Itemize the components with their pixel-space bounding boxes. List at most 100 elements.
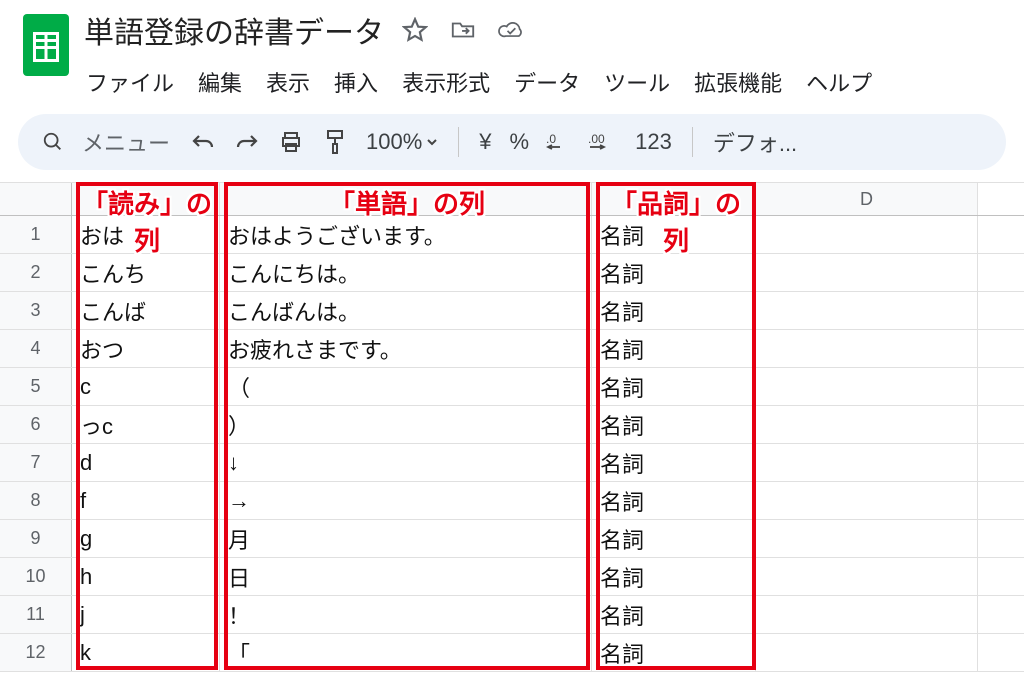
- column-header-d[interactable]: D: [756, 183, 978, 215]
- cell[interactable]: h: [72, 558, 220, 595]
- cell[interactable]: 名詞: [592, 216, 756, 253]
- cell[interactable]: [756, 292, 978, 329]
- cell[interactable]: お疲れさまです。: [220, 330, 592, 367]
- menu-format[interactable]: 表示形式: [402, 66, 490, 98]
- sheets-app-icon[interactable]: [18, 8, 74, 82]
- currency-button[interactable]: ¥: [475, 129, 495, 155]
- cell[interactable]: →: [220, 482, 592, 519]
- number-format-button[interactable]: 123: [631, 129, 676, 155]
- cell[interactable]: 名詞: [592, 254, 756, 291]
- row-header[interactable]: 7: [0, 444, 72, 481]
- app-header: 単語登録の辞書データ ファイル 編集 表示 挿入 表示形式 データ ツール 拡張…: [0, 0, 1024, 108]
- zoom-dropdown[interactable]: 100%: [362, 129, 442, 155]
- cell[interactable]: こんば: [72, 292, 220, 329]
- menu-tools[interactable]: ツール: [604, 66, 670, 98]
- column-header-b[interactable]: [220, 183, 592, 215]
- title-area: 単語登録の辞書データ ファイル 編集 表示 挿入 表示形式 データ ツール 拡張…: [84, 8, 1006, 108]
- cell[interactable]: [756, 596, 978, 633]
- column-header-c[interactable]: [592, 183, 756, 215]
- cell[interactable]: 名詞: [592, 634, 756, 671]
- cell[interactable]: （: [220, 368, 592, 405]
- move-icon[interactable]: [450, 17, 476, 43]
- cell[interactable]: 名詞: [592, 596, 756, 633]
- cell[interactable]: こんにちは。: [220, 254, 592, 291]
- row-header[interactable]: 6: [0, 406, 72, 443]
- cell[interactable]: こんばんは。: [220, 292, 592, 329]
- document-title[interactable]: 単語登録の辞書データ: [84, 8, 384, 52]
- row-header[interactable]: 12: [0, 634, 72, 671]
- cell[interactable]: おはようございます。: [220, 216, 592, 253]
- menu-insert[interactable]: 挿入: [334, 66, 378, 98]
- redo-button[interactable]: [230, 125, 264, 159]
- table-row: 10h日名詞: [0, 558, 1024, 596]
- cell[interactable]: [756, 406, 978, 443]
- cell[interactable]: 名詞: [592, 292, 756, 329]
- row-header[interactable]: 9: [0, 520, 72, 557]
- increase-decimal-button[interactable]: .00: [587, 125, 621, 159]
- menu-file[interactable]: ファイル: [86, 66, 174, 98]
- cell[interactable]: d: [72, 444, 220, 481]
- menu-help[interactable]: ヘルプ: [806, 66, 872, 98]
- row-header[interactable]: 2: [0, 254, 72, 291]
- column-header-a[interactable]: [72, 183, 220, 215]
- cell[interactable]: おは: [72, 216, 220, 253]
- row-header[interactable]: 8: [0, 482, 72, 519]
- chevron-down-icon: [426, 136, 438, 148]
- cell[interactable]: ↓: [220, 444, 592, 481]
- cell[interactable]: [756, 216, 978, 253]
- cell[interactable]: ）: [220, 406, 592, 443]
- cell[interactable]: 名詞: [592, 330, 756, 367]
- cell[interactable]: おつ: [72, 330, 220, 367]
- menu-view[interactable]: 表示: [266, 66, 310, 98]
- menu-extensions[interactable]: 拡張機能: [694, 66, 782, 98]
- cell[interactable]: 名詞: [592, 444, 756, 481]
- toolbar-menu-hint[interactable]: メニュー: [80, 126, 176, 158]
- menu-bar: ファイル 編集 表示 挿入 表示形式 データ ツール 拡張機能 ヘルプ: [84, 52, 1006, 108]
- row-header[interactable]: 3: [0, 292, 72, 329]
- cell[interactable]: っc: [72, 406, 220, 443]
- cell[interactable]: j: [72, 596, 220, 633]
- font-dropdown[interactable]: デフォ...: [709, 126, 801, 158]
- star-icon[interactable]: [402, 17, 428, 43]
- cell[interactable]: 名詞: [592, 558, 756, 595]
- cell[interactable]: c: [72, 368, 220, 405]
- table-row: 4おつお疲れさまです。名詞: [0, 330, 1024, 368]
- row-header[interactable]: 5: [0, 368, 72, 405]
- cell[interactable]: 月: [220, 520, 592, 557]
- menu-data[interactable]: データ: [514, 66, 580, 98]
- percent-button[interactable]: %: [506, 129, 534, 155]
- cell[interactable]: こんち: [72, 254, 220, 291]
- row-header[interactable]: 4: [0, 330, 72, 367]
- row-header[interactable]: 1: [0, 216, 72, 253]
- search-icon[interactable]: [36, 125, 70, 159]
- cell[interactable]: [756, 558, 978, 595]
- cell[interactable]: 名詞: [592, 406, 756, 443]
- rows-container: 1おはおはようございます。名詞2こんちこんにちは。名詞3こんばこんばんは。名詞4…: [0, 216, 1024, 672]
- decrease-decimal-button[interactable]: .0: [543, 125, 577, 159]
- row-header[interactable]: 11: [0, 596, 72, 633]
- cell[interactable]: g: [72, 520, 220, 557]
- table-row: 12k「名詞: [0, 634, 1024, 672]
- cell[interactable]: [756, 482, 978, 519]
- cell[interactable]: 名詞: [592, 520, 756, 557]
- cell[interactable]: [756, 254, 978, 291]
- paint-format-button[interactable]: [318, 125, 352, 159]
- select-all-corner[interactable]: [0, 183, 72, 215]
- cell[interactable]: [756, 634, 978, 671]
- cell[interactable]: 名詞: [592, 368, 756, 405]
- cell[interactable]: 「: [220, 634, 592, 671]
- row-header[interactable]: 10: [0, 558, 72, 595]
- cloud-saved-icon[interactable]: [498, 17, 524, 43]
- cell[interactable]: [756, 520, 978, 557]
- cell[interactable]: [756, 368, 978, 405]
- print-button[interactable]: [274, 125, 308, 159]
- cell[interactable]: f: [72, 482, 220, 519]
- cell[interactable]: [756, 444, 978, 481]
- cell[interactable]: [756, 330, 978, 367]
- cell[interactable]: k: [72, 634, 220, 671]
- cell[interactable]: ！: [220, 596, 592, 633]
- undo-button[interactable]: [186, 125, 220, 159]
- cell[interactable]: 名詞: [592, 482, 756, 519]
- menu-edit[interactable]: 編集: [198, 66, 242, 98]
- cell[interactable]: 日: [220, 558, 592, 595]
